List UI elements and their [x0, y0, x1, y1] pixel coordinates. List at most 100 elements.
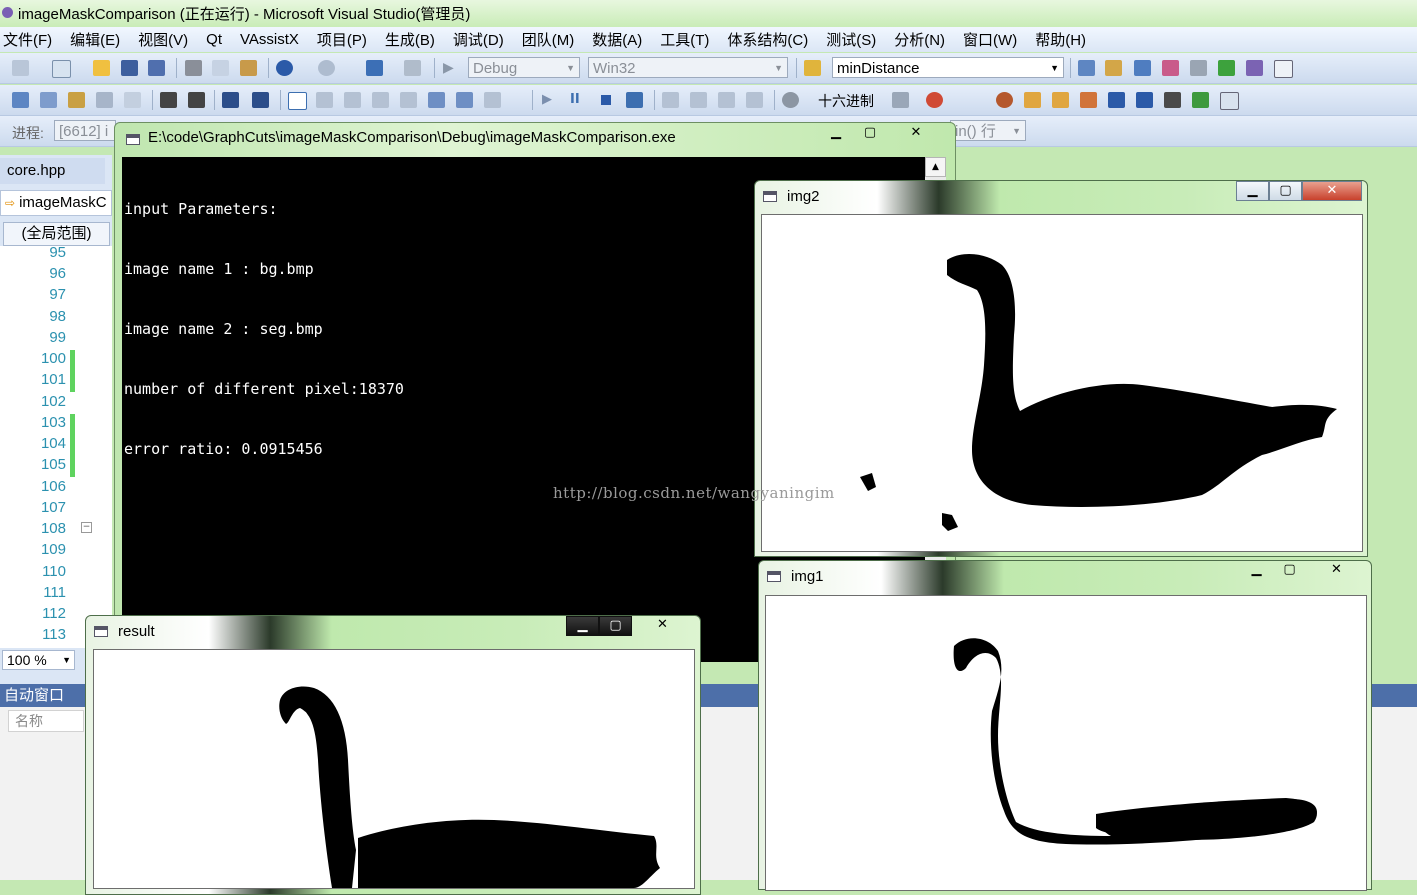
menu-edit[interactable]: 编辑(E) — [70, 29, 120, 50]
menu-vassistx[interactable]: VAssistX — [240, 31, 299, 48]
collapse-outline-icon[interactable]: − — [81, 522, 92, 533]
step-into-icon[interactable] — [690, 92, 707, 108]
solution-explorer-icon[interactable] — [1078, 60, 1095, 76]
menu-data[interactable]: 数据(A) — [592, 29, 642, 50]
maximize-button[interactable]: ▢ — [1273, 561, 1306, 581]
restart-icon[interactable] — [626, 92, 643, 108]
clear-bookmarks-icon[interactable] — [484, 92, 501, 108]
close-button[interactable]: ✕ — [646, 616, 679, 636]
command-window-icon[interactable] — [1274, 60, 1293, 78]
maximize-button[interactable]: ▢ — [1269, 181, 1302, 201]
break-all-icon[interactable]: II — [570, 92, 587, 108]
properties-icon[interactable] — [1105, 60, 1122, 76]
save-icon[interactable] — [121, 60, 138, 76]
close-button[interactable]: ✕ — [1302, 181, 1362, 201]
menu-help[interactable]: 帮助(H) — [1035, 29, 1086, 50]
minimize-button[interactable]: ▁ — [1236, 181, 1269, 201]
list-members-icon[interactable] — [12, 92, 29, 108]
navigate-forward-icon[interactable] — [404, 60, 421, 76]
menu-analyze[interactable]: 分析(N) — [894, 29, 945, 50]
quickwatch-icon[interactable] — [782, 92, 799, 108]
quick-info-icon[interactable] — [68, 92, 85, 108]
increase-indent-icon[interactable] — [188, 92, 205, 108]
call-stack-icon[interactable] — [1052, 92, 1069, 108]
scroll-up-arrow-icon[interactable]: ▲ — [925, 157, 946, 177]
step-out-icon[interactable] — [746, 92, 763, 108]
tab-core-hpp[interactable]: core.hpp — [0, 158, 105, 184]
new-project-icon[interactable] — [12, 60, 29, 76]
step-over-icon[interactable] — [718, 92, 735, 108]
scope-dropdown[interactable]: (全局范围) — [3, 222, 110, 246]
locals-icon[interactable] — [1080, 92, 1097, 108]
uncomment-icon[interactable] — [252, 92, 269, 108]
stop-debugging-icon[interactable] — [598, 92, 615, 108]
extension-manager-icon[interactable] — [1246, 60, 1263, 76]
paste-icon[interactable] — [240, 60, 257, 76]
immediate-icon[interactable] — [1108, 92, 1125, 108]
decrease-indent-icon[interactable] — [160, 92, 177, 108]
bookmark-icon[interactable] — [288, 92, 307, 110]
complete-word-icon[interactable] — [96, 92, 113, 108]
menu-window[interactable]: 窗口(W) — [963, 29, 1017, 50]
cut-icon[interactable] — [185, 60, 202, 76]
start-page-icon[interactable] — [1218, 60, 1235, 76]
solution-configuration-select[interactable]: Debug ▼ — [468, 57, 580, 78]
previous-bookmark-folder-icon[interactable] — [372, 92, 389, 108]
menu-qt[interactable]: Qt — [206, 31, 222, 48]
process-select[interactable]: [6612] i — [54, 120, 116, 141]
close-button[interactable]: ✕ — [1320, 561, 1353, 581]
minimize-button[interactable]: ▁ — [1240, 561, 1273, 581]
parameter-info-icon[interactable] — [40, 92, 57, 108]
undo-icon[interactable] — [276, 60, 293, 76]
continue-icon[interactable]: ▶ — [542, 92, 559, 108]
threads-icon[interactable] — [892, 92, 909, 108]
menu-tools[interactable]: 工具(T) — [660, 29, 709, 50]
find-in-files-icon[interactable] — [804, 60, 821, 76]
minimize-button[interactable]: ▁ — [566, 616, 599, 636]
object-browser-icon[interactable] — [1134, 60, 1151, 76]
toolbox-icon[interactable] — [1162, 60, 1179, 76]
navigation-bar[interactable]: ⇨ imageMaskC — [0, 190, 112, 216]
comment-out-icon[interactable] — [222, 92, 239, 108]
copy-icon[interactable] — [212, 60, 229, 76]
show-next-statement-icon[interactable] — [662, 92, 679, 108]
start-debugging-icon[interactable]: ▶ — [443, 60, 460, 76]
hex-display-toggle[interactable]: 十六进制 — [818, 91, 874, 111]
tools-icon[interactable] — [1190, 60, 1207, 76]
menu-file[interactable]: 文件(F) — [3, 29, 52, 50]
zoom-select[interactable]: 100 % ▼ — [2, 650, 75, 670]
next-bookmark-folder-icon[interactable] — [400, 92, 417, 108]
maximize-button[interactable]: ▢ — [854, 124, 886, 144]
spell-check-icon[interactable] — [1164, 92, 1181, 108]
previous-bookmark-document-icon[interactable] — [428, 92, 445, 108]
menu-view[interactable]: 视图(V) — [138, 29, 188, 50]
solution-platform-select[interactable]: Win32 ▼ — [588, 57, 788, 78]
autos-name-column-header[interactable]: 名称 — [8, 710, 84, 732]
output-icon[interactable] — [1136, 92, 1153, 108]
next-bookmark-icon[interactable] — [344, 92, 361, 108]
save-all-icon[interactable] — [148, 60, 165, 76]
stack-frame-select[interactable]: in() 行 ▼ — [950, 120, 1026, 141]
align-icon[interactable] — [124, 92, 141, 108]
find-input[interactable]: minDistance ▼ — [832, 57, 1064, 78]
navigate-backward-icon[interactable] — [366, 60, 383, 76]
close-button[interactable]: ✕ — [900, 124, 932, 144]
next-bookmark-document-icon[interactable] — [456, 92, 473, 108]
minimize-button[interactable]: ▁ — [820, 124, 852, 144]
menu-debug[interactable]: 调试(D) — [453, 29, 504, 50]
redo-icon[interactable] — [318, 60, 335, 76]
menu-project[interactable]: 项目(P) — [317, 29, 367, 50]
memory-icon[interactable] — [996, 92, 1013, 108]
watch-icon[interactable] — [1024, 92, 1041, 108]
add-item-icon[interactable] — [52, 60, 71, 78]
previous-bookmark-icon[interactable] — [316, 92, 333, 108]
breakpoints-icon[interactable] — [926, 92, 943, 108]
options-icon[interactable] — [1220, 92, 1239, 110]
menu-build[interactable]: 生成(B) — [385, 29, 435, 50]
menu-test[interactable]: 测试(S) — [826, 29, 876, 50]
abc-check-icon[interactable] — [1192, 92, 1209, 108]
menu-team[interactable]: 团队(M) — [522, 29, 575, 50]
open-file-icon[interactable] — [93, 60, 110, 76]
maximize-button[interactable]: ▢ — [599, 616, 632, 636]
menu-architecture[interactable]: 体系结构(C) — [727, 29, 808, 50]
